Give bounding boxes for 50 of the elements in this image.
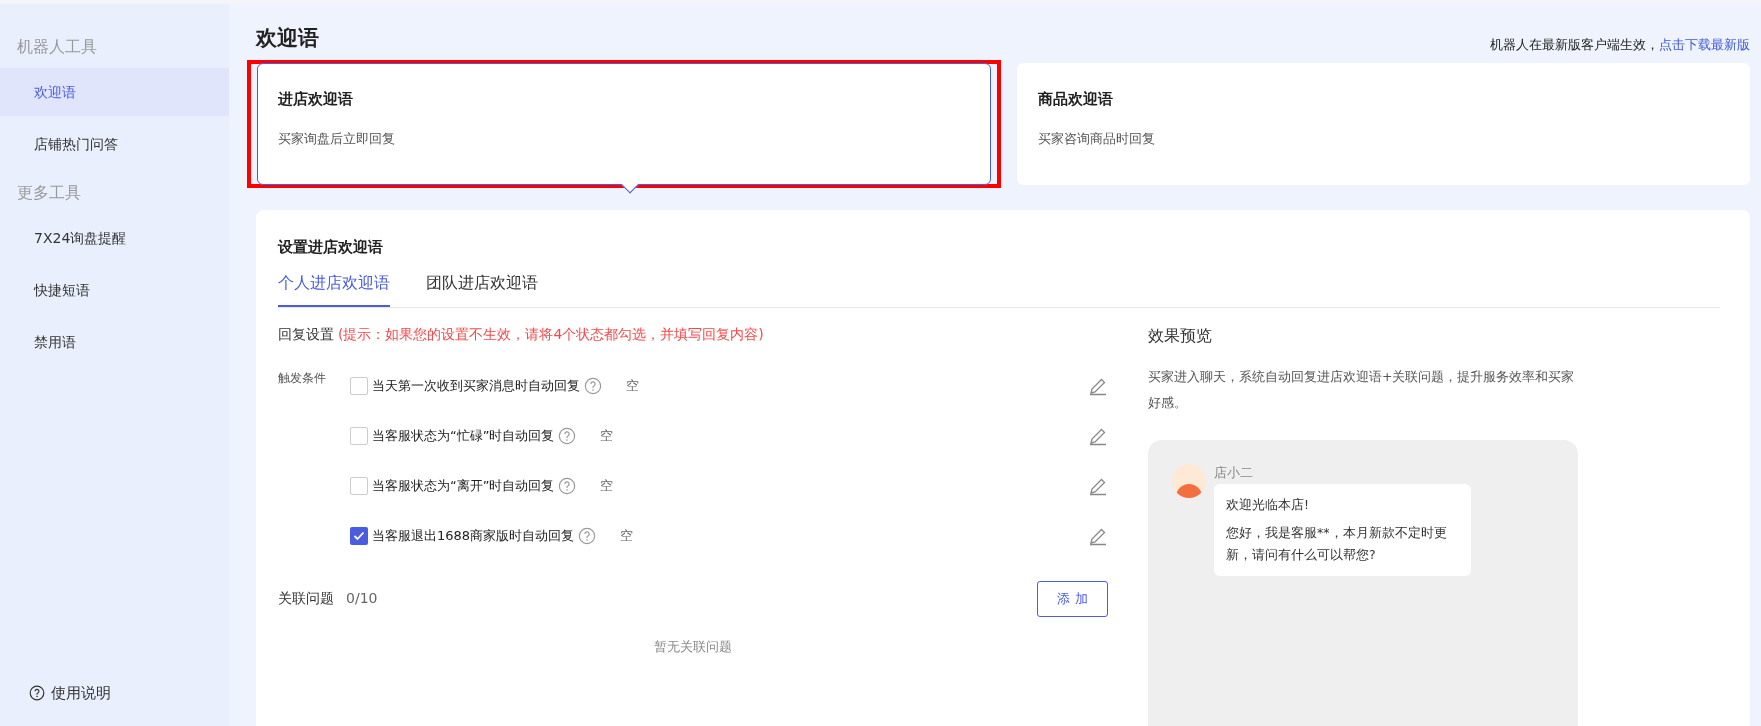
notice-text: 机器人在最新版客户端生效， xyxy=(1490,35,1659,54)
preview-title: 效果预览 xyxy=(1148,324,1213,347)
help-icon xyxy=(558,426,577,445)
card-subtitle: 买家询盘后立即回复 xyxy=(278,129,396,148)
related-count: 0/10 xyxy=(346,589,378,608)
sidebar-section-title: 机器人工具 xyxy=(16,36,98,58)
tab[interactable]: 个人进店欢迎语 xyxy=(278,270,390,307)
avatar-icon xyxy=(1172,463,1206,498)
message-text: 您好，我是客服**，本月新款不定时更新，请问有什么可以帮您? xyxy=(1226,524,1448,565)
add-button[interactable]: 添 加 xyxy=(1037,580,1108,617)
hint-text: (提示：如果您的设置不生效，请将4个状态都勾选，并填写回复内容) xyxy=(338,324,764,344)
trigger-label: 当客服退出1688商家版时自动回复 xyxy=(372,526,575,545)
card-title: 进店欢迎语 xyxy=(278,89,354,110)
reply-value: 空 xyxy=(600,476,614,495)
checkbox[interactable] xyxy=(350,526,368,545)
card-title: 商品欢迎语 xyxy=(1037,89,1114,110)
section-title: 设置进店欢迎语 xyxy=(278,237,384,258)
check-icon xyxy=(353,530,365,541)
reply-value: 空 xyxy=(620,526,634,545)
trigger-label: 当客服状态为“离开”时自动回复 xyxy=(372,476,555,495)
sidebar-item[interactable]: 欢迎语 xyxy=(0,68,229,116)
sidebar-item[interactable]: 快捷短语 xyxy=(0,266,229,314)
trigger-label: 当客服状态为“忙碌”时自动回复 xyxy=(372,426,555,445)
help-icon xyxy=(584,376,602,395)
message-text: 欢迎光临本店! xyxy=(1226,496,1310,515)
page-title: 欢迎语 xyxy=(256,24,319,52)
empty-text: 暂无关联问题 xyxy=(653,637,733,656)
sidebar-item[interactable]: 店铺热门问答 xyxy=(0,120,229,168)
checkbox[interactable] xyxy=(350,426,368,445)
sidebar-section-title: 更多工具 xyxy=(16,182,82,204)
sidebar-item[interactable]: 7X24询盘提醒 xyxy=(0,214,229,262)
checkbox[interactable] xyxy=(350,476,368,495)
sender-name: 店小二 xyxy=(1214,463,1254,482)
trigger-label: 触发条件 xyxy=(278,369,327,387)
help-icon xyxy=(578,526,597,545)
trigger-label: 当天第一次收到买家消息时自动回复 xyxy=(372,376,580,395)
reply-value: 空 xyxy=(600,426,614,445)
reply-settings-label: 回复设置 xyxy=(278,324,334,344)
help-icon xyxy=(558,476,577,495)
checkbox[interactable] xyxy=(350,376,368,395)
sidebar-item[interactable]: 禁用语 xyxy=(0,318,229,366)
type-card[interactable]: 商品欢迎语 买家咨询商品时回复 xyxy=(1016,63,1750,185)
help-link[interactable]: 使用说明 xyxy=(51,681,111,704)
tab[interactable]: 团队进店欢迎语 xyxy=(426,270,538,307)
card-subtitle: 买家咨询商品时回复 xyxy=(1037,129,1156,148)
download-link[interactable]: 点击下载最新版 xyxy=(1659,34,1750,54)
reply-value: 空 xyxy=(626,376,639,395)
help-icon xyxy=(29,684,45,701)
related-label: 关联问题 xyxy=(278,589,334,608)
preview-description: 买家进入聊天，系统自动回复进店欢迎语+关联问题，提升服务效率和买家好感。 xyxy=(1148,367,1576,412)
